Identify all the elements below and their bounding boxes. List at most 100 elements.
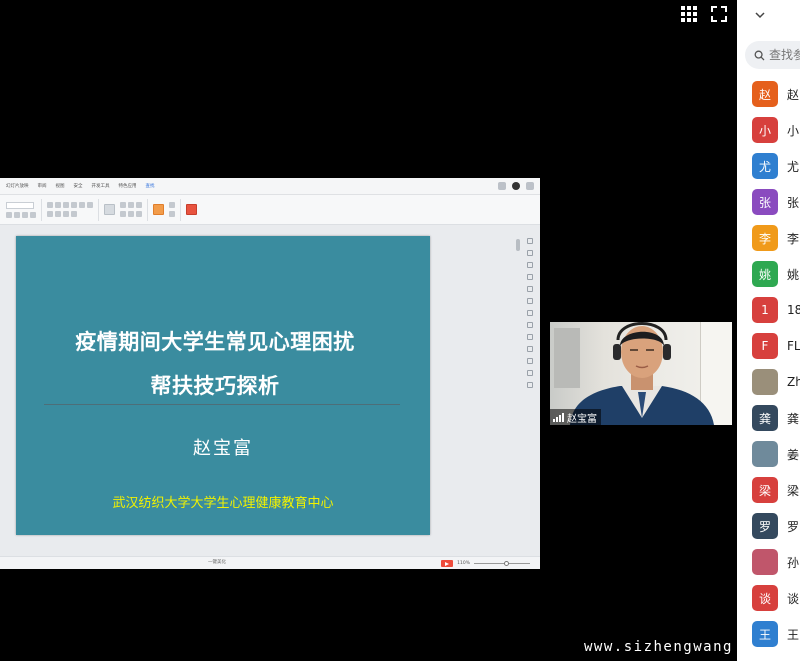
scrollbar-thumb[interactable] (516, 239, 520, 251)
underline-icon[interactable] (22, 211, 28, 218)
menu-icon[interactable] (526, 182, 534, 190)
template-tool[interactable] (186, 204, 197, 215)
zoom-slider[interactable] (474, 561, 530, 566)
participant-row[interactable]: 王王 (737, 616, 800, 652)
tool-icon[interactable] (527, 322, 533, 328)
avatar: 赵 (752, 81, 778, 107)
participant-row[interactable]: 姚姚 (737, 256, 800, 292)
bold-icon[interactable] (6, 211, 12, 218)
tool-icon[interactable] (527, 286, 533, 292)
italic-icon[interactable] (14, 211, 20, 218)
tab-search[interactable]: 查找 (146, 183, 155, 189)
align-left-icon[interactable] (47, 202, 53, 208)
avatar: 尤 (752, 153, 778, 179)
slide-organization: 武汉纺织大学大学生心理健康教育中心 (112, 496, 334, 511)
tool-icon[interactable] (527, 298, 533, 304)
tool-icon[interactable] (527, 358, 533, 364)
tool-icon[interactable] (527, 262, 533, 268)
indent-icon[interactable] (47, 211, 53, 217)
replace-icon[interactable] (169, 202, 175, 208)
grid-view-icon[interactable] (680, 5, 698, 23)
divider (98, 198, 99, 221)
strike-icon[interactable] (30, 211, 36, 218)
slide-divider (44, 404, 400, 405)
numbering-icon[interactable] (87, 202, 93, 208)
align-right-icon[interactable] (63, 202, 69, 208)
fullscreen-icon[interactable] (710, 5, 728, 23)
shape-group (120, 202, 142, 217)
title-slide: 疫情期间大学生常见心理困扰 帮扶技巧探析 赵宝富 武汉纺织大学大学生心理健康教育… (16, 236, 430, 535)
shape-icon[interactable] (120, 202, 126, 208)
tool-icon[interactable] (527, 310, 533, 316)
beautify-button[interactable]: 一键美化 (208, 559, 226, 565)
search-icon (754, 50, 765, 60)
tool-icon[interactable] (527, 274, 533, 280)
participant-row[interactable]: 罗罗 (737, 508, 800, 544)
avatar (752, 549, 778, 575)
speaker-video-tile[interactable]: 赵宝富 (550, 322, 732, 425)
slide-canvas: 疫情期间大学生常见心理困扰 帮扶技巧探析 赵宝富 武汉纺织大学大学生心理健康教育… (0, 226, 520, 556)
avatar: 1 (752, 297, 778, 323)
tab-developer[interactable]: 开发工具 (92, 183, 110, 189)
avatar[interactable] (512, 182, 520, 190)
share-icon[interactable] (498, 182, 506, 190)
participant-row[interactable]: 赵赵 (737, 76, 800, 112)
columns-icon[interactable] (71, 211, 77, 217)
participant-search[interactable] (745, 41, 800, 69)
participant-row[interactable]: 李李 (737, 220, 800, 256)
slide-title-line2: 帮扶技巧探析 (150, 374, 280, 398)
tab-slideshow[interactable]: 幻灯片放映 (6, 183, 29, 189)
tool-icon[interactable] (527, 238, 533, 244)
participant-row[interactable]: 张张 (737, 184, 800, 220)
participant-row[interactable]: 1 18 (737, 292, 800, 328)
vertical-scrollbar[interactable] (516, 233, 520, 553)
participant-row[interactable]: 尤尤 (737, 148, 800, 184)
justify-icon[interactable] (71, 202, 77, 208)
outline-icon[interactable] (128, 211, 134, 217)
select-icon[interactable] (169, 211, 175, 217)
participant-name: 小 (787, 123, 800, 138)
status-bar: 一键美化 110% (0, 556, 540, 569)
divider (180, 198, 181, 221)
tool-icon[interactable] (527, 346, 533, 352)
play-slideshow-icon[interactable] (441, 560, 454, 567)
participant-row[interactable]: 孙 (737, 544, 800, 580)
speaker-name-tag: 赵宝富 (550, 409, 601, 425)
participant-row[interactable]: 小小 (737, 112, 800, 148)
picture-icon[interactable] (128, 202, 134, 208)
participant-name: 孙 (787, 555, 800, 570)
app-window-controls (498, 182, 534, 190)
participant-row[interactable]: 梁梁 (737, 472, 800, 508)
participant-row[interactable]: Zh (737, 364, 800, 400)
zoom-knob[interactable] (504, 561, 509, 566)
participant-name: 李 (787, 231, 800, 246)
textbox-tool[interactable] (104, 204, 115, 215)
tab-security[interactable]: 安全 (74, 183, 83, 189)
outdent-icon[interactable] (55, 211, 61, 217)
line-spacing-icon[interactable] (63, 211, 69, 217)
participant-row[interactable]: 龚龚 (737, 400, 800, 436)
avatar: 龚 (752, 405, 778, 431)
arrange-icon[interactable] (136, 202, 142, 208)
effects-icon[interactable] (136, 211, 142, 217)
tool-icon[interactable] (527, 334, 533, 340)
bullets-icon[interactable] (79, 202, 85, 208)
participant-row[interactable]: 谈谈 (737, 580, 800, 616)
participant-row[interactable]: F FLA (737, 328, 800, 364)
participant-row[interactable]: 姜 (737, 436, 800, 472)
tool-icon[interactable] (527, 382, 533, 388)
textbox-icon (104, 204, 115, 215)
tool-icon[interactable] (527, 370, 533, 376)
search-input[interactable] (769, 48, 800, 62)
tab-view[interactable]: 视图 (56, 183, 65, 189)
align-center-icon[interactable] (55, 202, 61, 208)
doc-assist-tool[interactable] (153, 204, 164, 215)
tab-review[interactable]: 审阅 (38, 183, 47, 189)
font-size-field[interactable] (6, 201, 34, 209)
fill-icon[interactable] (120, 211, 126, 217)
tool-icon[interactable] (527, 250, 533, 256)
participant-name: FLA (787, 339, 800, 353)
tab-features[interactable]: 特色应用 (119, 183, 137, 189)
participant-name: 赵 (787, 87, 800, 102)
chevron-down-icon[interactable] (754, 9, 766, 21)
